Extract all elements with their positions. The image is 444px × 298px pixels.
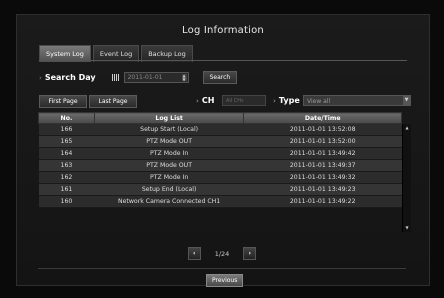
ch-label: › CH [196,96,215,105]
table-row[interactable]: 166 Setup Start (Local) 2011-01-01 13:52… [38,123,402,136]
search-row: › Search Day 2011-01-01 ▲ ▼ Search [39,71,238,84]
bullet-icon: › [196,97,199,105]
row-no: 166 [38,123,95,136]
row-no: 161 [38,183,95,196]
search-button[interactable]: Search [202,71,238,84]
row-datetime: 2011-01-01 13:52:08 [243,123,402,136]
row-no: 160 [38,195,95,208]
search-date-field[interactable]: 2011-01-01 ▲ ▼ [123,72,189,83]
search-day-label: Search Day [44,73,96,82]
footer-divider [38,268,406,269]
row-datetime: 2011-01-01 13:49:22 [243,195,402,208]
date-spinner-icon[interactable]: ▲ ▼ [181,74,187,82]
previous-button[interactable]: Previous [206,274,244,287]
scroll-down-icon[interactable]: ▼ [403,225,411,231]
column-header-log-list: Log List [93,112,245,124]
row-no: 164 [38,147,95,160]
scroll-up-icon[interactable]: ▲ [403,125,411,131]
table-row[interactable]: 163 PTZ Mode OUT 2011-01-01 13:49:37 [38,159,402,172]
chevron-down-icon[interactable]: ▼ [403,96,410,105]
pagination: ‹ 1/24 › [0,247,444,260]
table-row[interactable]: 165 PTZ Mode OUT 2011-01-01 13:52:00 [38,135,402,148]
row-no: 162 [38,171,95,184]
last-page-button[interactable]: Last Page [89,95,137,108]
log-table: No. Log List Date/Time 166 Setup Start (… [38,112,402,208]
prev-page-icon[interactable]: ‹ [187,247,201,260]
window-title: Log Information [182,25,264,36]
row-datetime: 2011-01-01 13:49:32 [243,171,402,184]
row-log: PTZ Mode OUT [94,135,244,148]
bullet-icon: › [273,97,276,105]
table-scrollbar[interactable]: ▲ ▼ [402,124,411,232]
bullet-icon: › [39,73,42,82]
column-header-no: No. [38,112,95,124]
row-log: Setup Start (Local) [94,123,244,136]
row-no: 165 [38,135,95,148]
row-log: Setup End (Local) [94,183,244,196]
calendar-icon[interactable] [111,74,120,81]
next-page-icon[interactable]: › [243,247,257,260]
row-log: PTZ Mode OUT [94,159,244,172]
row-datetime: 2011-01-01 13:49:42 [243,147,402,160]
table-row[interactable]: 161 Setup End (Local) 2011-01-01 13:49:2… [38,183,402,196]
search-date-value: 2011-01-01 [127,74,163,81]
type-select[interactable]: View all ▼ [303,95,411,106]
type-label: › Type [273,96,300,105]
column-header-date-time: Date/Time [243,112,402,124]
row-log: PTZ Mode In [94,147,244,160]
row-no: 163 [38,159,95,172]
first-page-button[interactable]: First Page [39,95,87,108]
row-datetime: 2011-01-01 13:49:23 [243,183,402,196]
table-row[interactable]: 164 PTZ Mode In 2011-01-01 13:49:42 [38,147,402,160]
nav-row: First Page Last Page › CH All CHs › Type V… [39,95,411,108]
row-log: PTZ Mode In [94,171,244,184]
type-select-value: View all [307,98,331,105]
row-log: Network Camera Connected CH1 [94,195,244,208]
table-row[interactable]: 160 Network Camera Connected CH1 2011-01… [38,195,402,208]
page-indicator: 1/24 [214,249,230,258]
channel-field[interactable]: All CHs [222,95,266,106]
tab-divider [39,60,407,61]
row-datetime: 2011-01-01 13:49:37 [243,159,402,172]
table-row[interactable]: 162 PTZ Mode In 2011-01-01 13:49:32 [38,171,402,184]
row-datetime: 2011-01-01 13:52:00 [243,135,402,148]
